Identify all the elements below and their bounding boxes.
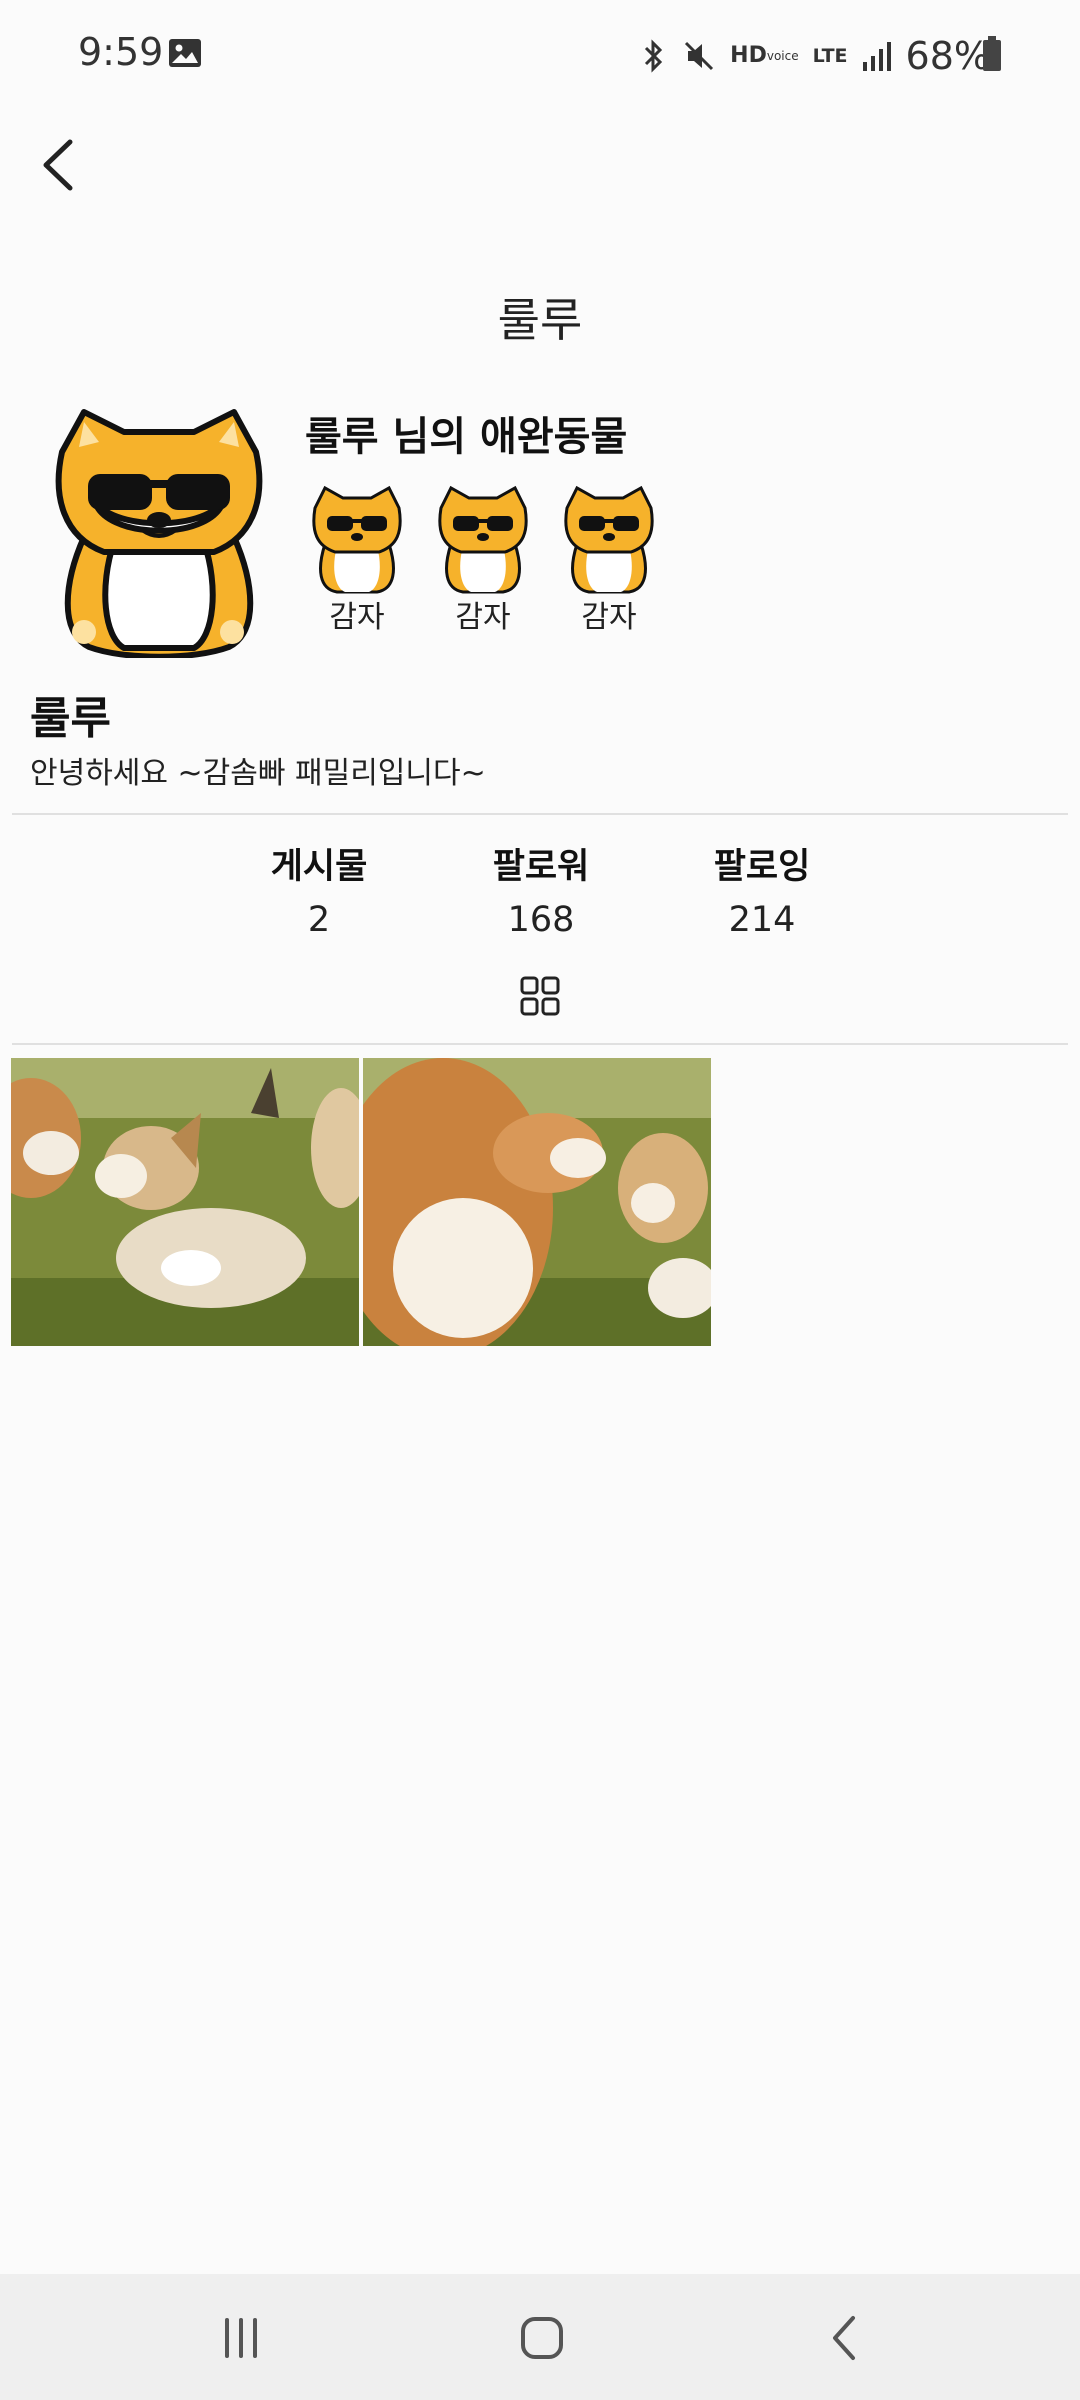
pet-avatar: [564, 485, 654, 594]
posts-label[interactable]: 게시물: [229, 838, 409, 889]
nav-back-icon[interactable]: [815, 2310, 875, 2366]
posts-count[interactable]: 2: [229, 900, 409, 940]
following-label[interactable]: 팔로잉: [672, 838, 852, 889]
pet-name: 감자: [455, 600, 511, 635]
lte-icon: LTE: [812, 45, 848, 67]
bluetooth-icon: [638, 39, 668, 73]
page-title: 룰루: [497, 293, 583, 347]
corgi-photo: [11, 1058, 359, 1346]
followers-count[interactable]: 168: [451, 900, 631, 940]
battery-icon: [983, 36, 1001, 71]
pet-name: 감자: [581, 600, 637, 635]
signal-icon: [862, 40, 892, 72]
back-arrow-icon[interactable]: [30, 130, 86, 200]
user-name: 룰루: [30, 693, 111, 744]
pet-item[interactable]: 감자: [307, 484, 407, 636]
battery-percent: 68%: [905, 34, 990, 78]
followers-label[interactable]: 팔로워: [451, 838, 631, 889]
status-time: 9:59: [78, 30, 164, 74]
pet-item[interactable]: 감자: [559, 484, 659, 636]
bio-text: 안녕하세요 ~감솜빠 패밀리입니다~: [30, 756, 486, 791]
home-icon[interactable]: [512, 2310, 572, 2366]
following-count[interactable]: 214: [672, 900, 852, 940]
mute-icon: [682, 39, 716, 73]
voice-label: voice: [766, 49, 799, 63]
divider: [12, 1043, 1068, 1045]
avatar[interactable]: [44, 402, 272, 658]
post-thumbnail[interactable]: [11, 1058, 359, 1346]
divider: [12, 813, 1068, 815]
post-thumbnail[interactable]: [363, 1058, 711, 1346]
corgi-photo: [363, 1058, 711, 1346]
pet-avatar: [312, 485, 402, 594]
hd-voice-icon: HD voice: [730, 43, 799, 68]
pet-avatar: [438, 485, 528, 594]
pets-title: 룰루 님의 애완동물: [305, 414, 628, 460]
image-notification-icon: [169, 39, 201, 67]
status-icons: HD voice LTE 68%: [638, 28, 1000, 84]
recent-apps-icon[interactable]: [211, 2310, 271, 2366]
hd-label: HD: [730, 43, 767, 68]
lte-label: LTE: [812, 45, 848, 67]
pet-name: 감자: [329, 600, 385, 635]
grid-icon[interactable]: [518, 974, 562, 1018]
pet-item[interactable]: 감자: [433, 484, 533, 636]
